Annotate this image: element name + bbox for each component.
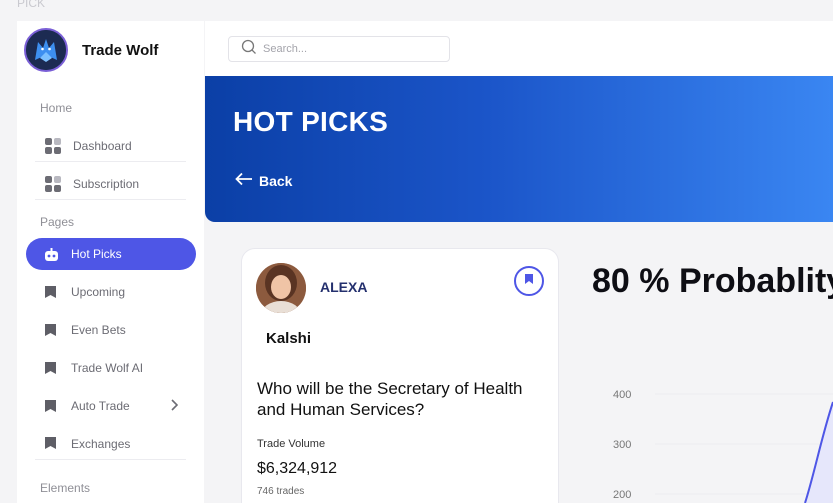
arrow-left-icon [235, 172, 259, 189]
sidebar-item-upcoming[interactable]: Upcoming [26, 276, 196, 308]
section-title-pages: Pages [40, 215, 75, 229]
exchange-name: Kalshi [266, 330, 312, 347]
robot-icon [44, 247, 59, 262]
page-top-label: PICK [17, 0, 46, 10]
hero-banner: HOT PICKS Back [205, 76, 833, 222]
section-title-elements: Elements [40, 481, 91, 495]
sidebar-item-label: Upcoming [71, 285, 126, 299]
top-bar [205, 21, 833, 76]
sidebar: Trade Wolf Home Dashboard Subscription P… [17, 21, 204, 503]
back-button[interactable]: Back [235, 172, 292, 189]
sidebar-item-label: Trade Wolf AI [71, 361, 144, 375]
sidebar-item-auto-trade[interactable]: Auto Trade [26, 390, 196, 422]
y-tick-label: 400 [613, 389, 631, 401]
sidebar-item-hot-picks[interactable]: Hot Picks [26, 238, 196, 270]
bookmark-icon [524, 272, 534, 290]
section-title-home: Home [40, 101, 73, 115]
brand[interactable]: Trade Wolf [24, 28, 158, 72]
username: ALEXA [320, 279, 368, 295]
page-title: HOT PICKS [233, 106, 389, 137]
bookmark-icon [44, 436, 59, 451]
sidebar-item-even-bets[interactable]: Even Bets [26, 314, 196, 346]
sidebar-item-label: Subscription [73, 176, 140, 191]
brand-name: Trade Wolf [82, 41, 159, 59]
search-icon [241, 39, 257, 60]
back-label: Back [259, 172, 293, 189]
search-box[interactable] [228, 36, 450, 62]
grid-icon [45, 175, 61, 192]
bookmark-icon [44, 285, 59, 300]
sidebar-item-label: Hot Picks [71, 247, 122, 261]
search-input[interactable] [263, 43, 443, 55]
sidebar-item-label: Auto Trade [71, 399, 130, 413]
trade-volume-value: $6,324,912 [257, 460, 338, 477]
bookmark-button[interactable] [514, 266, 544, 296]
y-tick-label: 200 [613, 489, 631, 501]
bookmark-icon [44, 399, 59, 414]
trade-volume-label: Trade Volume [257, 438, 326, 450]
y-tick-label: 300 [613, 439, 631, 451]
chevron-right-icon[interactable] [170, 398, 179, 414]
probability-chart: 400 300 200 [613, 389, 833, 503]
sidebar-item-dashboard[interactable]: Dashboard [35, 130, 186, 162]
bookmark-icon [44, 323, 59, 338]
sidebar-item-subscription[interactable]: Subscription [35, 168, 186, 200]
grid-icon [45, 137, 61, 154]
sidebar-item-exchanges[interactable]: Exchanges [35, 428, 186, 460]
sidebar-item-trade-wolf-ai[interactable]: Trade Wolf AI [26, 352, 196, 384]
sidebar-item-label: Exchanges [71, 436, 131, 451]
avatar [256, 263, 306, 313]
pick-card[interactable]: ALEXA Kalshi Who will be the Secretary o… [241, 248, 559, 503]
bookmark-icon [44, 361, 59, 376]
sidebar-item-label: Dashboard [73, 138, 132, 153]
trades-count: 746 trades [257, 486, 305, 497]
sidebar-item-label: Even Bets [71, 323, 126, 337]
wolf-logo-icon [24, 28, 68, 72]
probability-title: 80 % Probablity [592, 262, 833, 300]
market-question: Who will be the Secretary of Health and … [257, 379, 523, 419]
